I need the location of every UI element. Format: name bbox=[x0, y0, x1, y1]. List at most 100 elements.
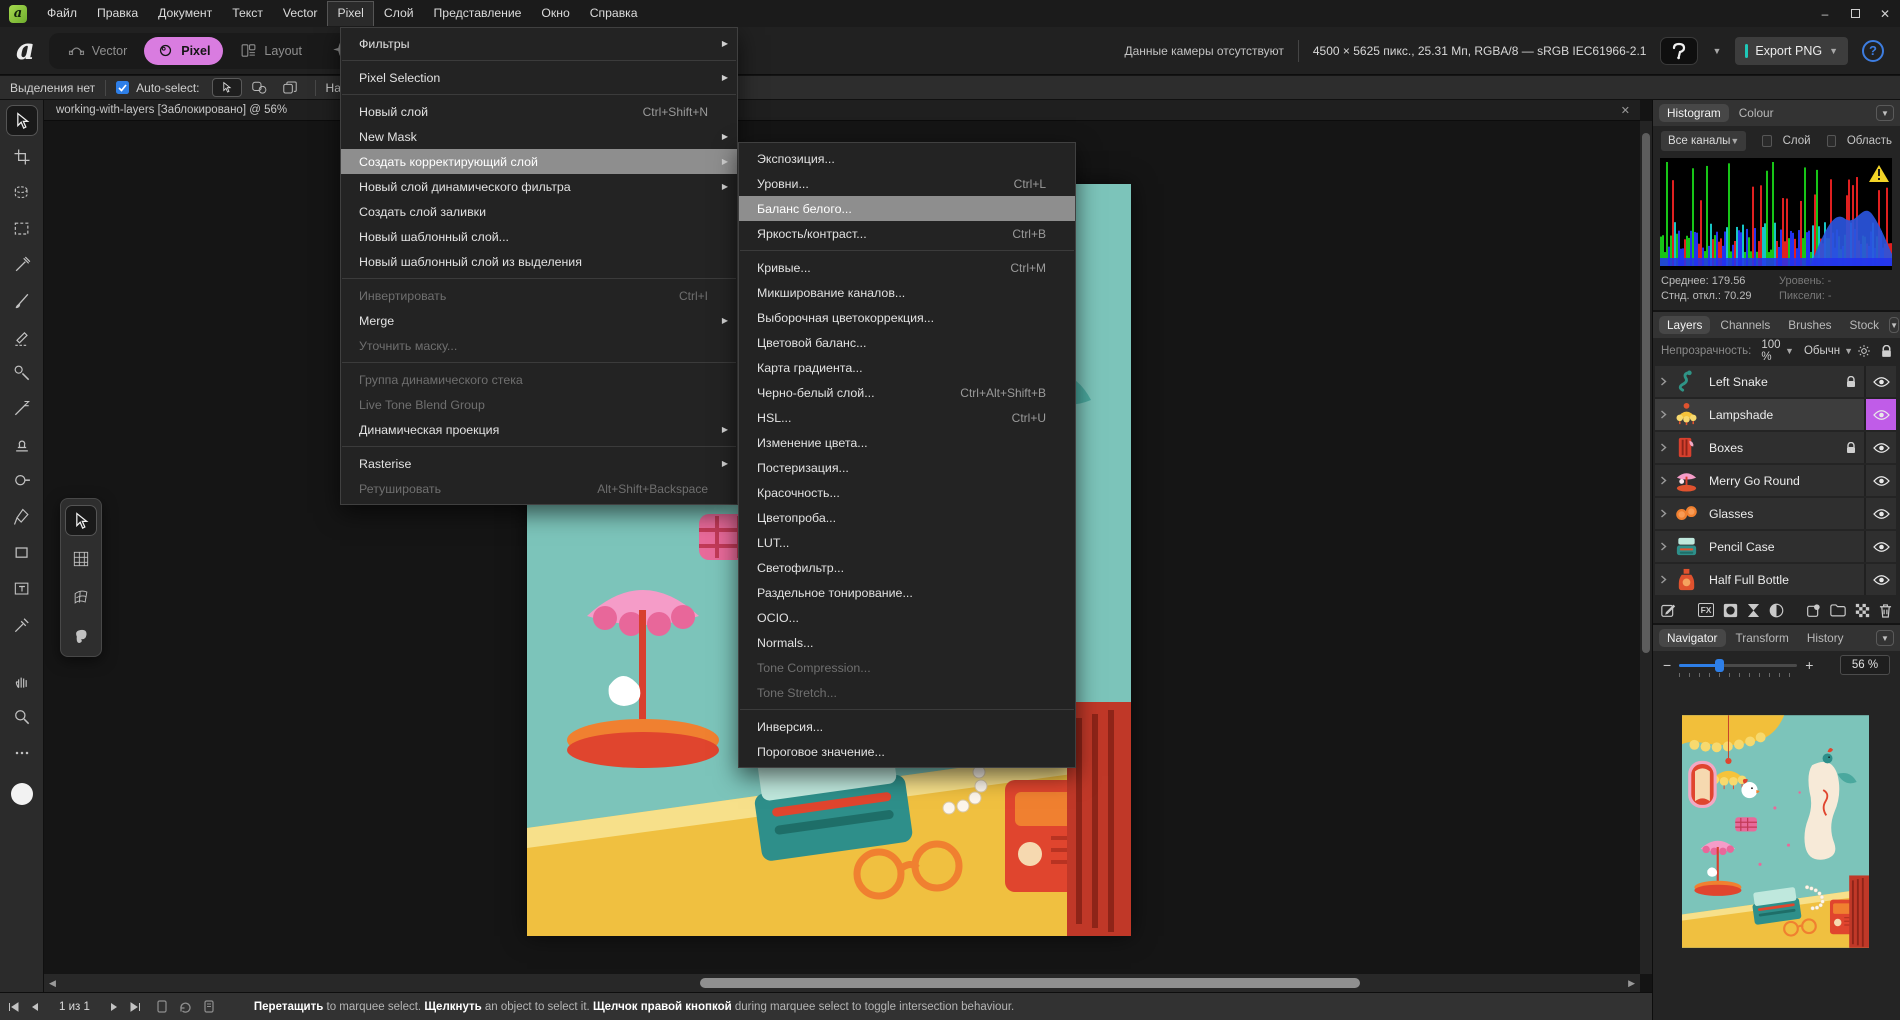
marquee-tool[interactable] bbox=[6, 213, 38, 244]
mesh-warp-tool[interactable] bbox=[65, 543, 97, 574]
menu-item-ocio-[interactable]: OCIO... bbox=[739, 605, 1075, 630]
smudge-tool[interactable] bbox=[6, 393, 38, 424]
persona-vector-button[interactable]: Vector bbox=[55, 37, 140, 65]
menu-item-lut-[interactable]: LUT... bbox=[739, 530, 1075, 555]
persona-layout-button[interactable]: Layout bbox=[227, 37, 315, 65]
menu-item-новый-слой[interactable]: Новый слойCtrl+Shift+N bbox=[341, 99, 737, 124]
menu-item-раздельное-тонирование-[interactable]: Раздельное тонирование... bbox=[739, 580, 1075, 605]
menu-Слой[interactable]: Слой bbox=[374, 1, 424, 26]
menu-item-цветовой-баланс-[interactable]: Цветовой баланс... bbox=[739, 330, 1075, 355]
layer-row[interactable]: Merry Go Round bbox=[1655, 465, 1896, 496]
new-pixel-layer-icon[interactable] bbox=[1855, 603, 1870, 618]
selection-brush-tool[interactable] bbox=[6, 177, 38, 208]
adjustment-icon[interactable] bbox=[1747, 603, 1760, 618]
opacity-value[interactable]: 100 %▼ bbox=[1761, 339, 1794, 363]
menu-Окно[interactable]: Окно bbox=[531, 1, 579, 26]
menu-item-изменение-цвета-[interactable]: Изменение цвета... bbox=[739, 430, 1075, 455]
menu-item-создать-корректирующий-слой[interactable]: Создать корректирующий слой▶ bbox=[341, 149, 737, 174]
new-layer-icon[interactable] bbox=[1806, 603, 1821, 618]
layer-row[interactable]: Boxes bbox=[1655, 432, 1896, 463]
gradient-icon[interactable] bbox=[1769, 603, 1784, 618]
panel-menu-chevron[interactable]: ▼ bbox=[1889, 317, 1899, 333]
page-preview-icon[interactable] bbox=[157, 1000, 167, 1013]
tab-layers[interactable]: Layers bbox=[1659, 316, 1710, 334]
menu-item-кривые-[interactable]: Кривые...Ctrl+M bbox=[739, 255, 1075, 280]
edit-mask-icon[interactable] bbox=[1661, 603, 1676, 618]
menu-item-фильтры[interactable]: Фильтры▶ bbox=[341, 31, 737, 56]
menu-item-создать-слой-заливки[interactable]: Создать слой заливки bbox=[341, 199, 737, 224]
channels-select[interactable]: Все каналы ▼ bbox=[1661, 131, 1746, 151]
persona-pixel-button[interactable]: Pixel bbox=[144, 37, 223, 65]
expand-chevron-icon[interactable] bbox=[1655, 377, 1671, 386]
tab-brushes[interactable]: Brushes bbox=[1780, 316, 1839, 334]
layer-row[interactable]: Glasses bbox=[1655, 498, 1896, 529]
zoom-slider[interactable] bbox=[1679, 658, 1797, 672]
next-page-icon[interactable] bbox=[110, 1002, 118, 1012]
tab-transform[interactable]: Transform bbox=[1728, 629, 1797, 647]
zoom-in-button[interactable]: + bbox=[1805, 657, 1813, 673]
menu-item-яркость/контраст-[interactable]: Яркость/контраст...Ctrl+B bbox=[739, 221, 1075, 246]
expand-chevron-icon[interactable] bbox=[1655, 410, 1671, 419]
tab-stock[interactable]: Stock bbox=[1842, 316, 1888, 334]
zoom-out-button[interactable]: − bbox=[1663, 657, 1671, 673]
healing-tool[interactable] bbox=[6, 249, 38, 280]
layer-visibility-toggle[interactable] bbox=[1864, 366, 1896, 397]
menu-item-new-mask[interactable]: New Mask▶ bbox=[341, 124, 737, 149]
horizontal-scrollbar-thumb[interactable] bbox=[700, 978, 1360, 988]
vertical-scrollbar[interactable] bbox=[1640, 121, 1652, 974]
crop-tool[interactable] bbox=[6, 141, 38, 172]
menu-item-normals-[interactable]: Normals... bbox=[739, 630, 1075, 655]
area-checkbox[interactable] bbox=[1827, 135, 1836, 147]
layer-row[interactable]: Pencil Case bbox=[1655, 531, 1896, 562]
menu-item-pixel-selection[interactable]: Pixel Selection▶ bbox=[341, 65, 737, 90]
pixel-tool[interactable] bbox=[6, 321, 38, 352]
menu-item-уровни-[interactable]: Уровни...Ctrl+L bbox=[739, 171, 1075, 196]
menu-item-красочность-[interactable]: Красочность... bbox=[739, 480, 1075, 505]
menu-item-пороговое-значение-[interactable]: Пороговое значение... bbox=[739, 739, 1075, 764]
help-button[interactable]: ? bbox=[1862, 40, 1884, 62]
dodge-tool[interactable] bbox=[6, 465, 38, 496]
scroll-right-icon[interactable]: ▶ bbox=[1623, 978, 1640, 989]
expand-chevron-icon[interactable] bbox=[1655, 542, 1671, 551]
menu-Документ[interactable]: Документ bbox=[148, 1, 222, 26]
expand-chevron-icon[interactable] bbox=[1655, 476, 1671, 485]
zoom-tool[interactable] bbox=[6, 701, 38, 732]
menu-Представление[interactable]: Представление bbox=[424, 1, 532, 26]
first-page-icon[interactable] bbox=[8, 1002, 19, 1012]
menu-Текст[interactable]: Текст bbox=[222, 1, 273, 26]
clone-tool[interactable] bbox=[6, 429, 38, 460]
menu-item-динамическая-проекция[interactable]: Динамическая проекция▶ bbox=[341, 417, 737, 442]
menu-item-hsl-[interactable]: HSL...Ctrl+U bbox=[739, 405, 1075, 430]
tab-channels[interactable]: Channels bbox=[1712, 316, 1778, 334]
layer-row[interactable]: Half Full Bottle bbox=[1655, 564, 1896, 595]
layer-row[interactable]: Lampshade bbox=[1655, 399, 1896, 430]
page-preview2-icon[interactable] bbox=[204, 1000, 214, 1013]
menu-item-баланс-белого-[interactable]: Баланс белого... bbox=[739, 196, 1075, 221]
menu-Файл[interactable]: Файл bbox=[37, 1, 87, 26]
vertical-scrollbar-thumb[interactable] bbox=[1642, 133, 1650, 653]
tab-navigator[interactable]: Navigator bbox=[1659, 629, 1726, 647]
group-folder-icon[interactable] bbox=[1830, 603, 1846, 617]
tab-histogram[interactable]: Histogram bbox=[1659, 104, 1729, 122]
menu-item-новый-слой-динамического-фильтра[interactable]: Новый слой динамического фильтра▶ bbox=[341, 174, 737, 199]
menu-item-светофильтр-[interactable]: Светофильтр... bbox=[739, 555, 1075, 580]
document-tab[interactable]: working-with-layers [Заблокировано] @ 56… bbox=[56, 104, 287, 116]
move-tool[interactable] bbox=[6, 105, 38, 136]
menu-item-постеризация-[interactable]: Постеризация... bbox=[739, 455, 1075, 480]
menu-Правка[interactable]: Правка bbox=[87, 1, 148, 26]
move-tool[interactable] bbox=[65, 505, 97, 536]
auto-select-checkbox[interactable] bbox=[116, 81, 129, 94]
menu-item-новый-шаблонный-слой-[interactable]: Новый шаблонный слой... bbox=[341, 224, 737, 249]
tab-close-icon[interactable]: ✕ bbox=[1621, 104, 1630, 117]
export-png-button[interactable]: Export PNG ▼ bbox=[1735, 37, 1848, 65]
layer-checkbox[interactable] bbox=[1762, 135, 1771, 147]
mask-icon[interactable] bbox=[1723, 603, 1738, 618]
sync-view-icon[interactable] bbox=[179, 1001, 192, 1013]
layer-settings-gear-icon[interactable] bbox=[1857, 344, 1871, 358]
app-icon[interactable]: a bbox=[9, 5, 27, 23]
layer-visibility-toggle[interactable] bbox=[1864, 432, 1896, 463]
blend-mode-select[interactable]: Обычн▼ bbox=[1804, 345, 1853, 357]
expand-chevron-icon[interactable] bbox=[1655, 509, 1671, 518]
zoom-value[interactable]: 56 % bbox=[1840, 655, 1890, 675]
menu-item-экспозиция-[interactable]: Экспозиция... bbox=[739, 146, 1075, 171]
